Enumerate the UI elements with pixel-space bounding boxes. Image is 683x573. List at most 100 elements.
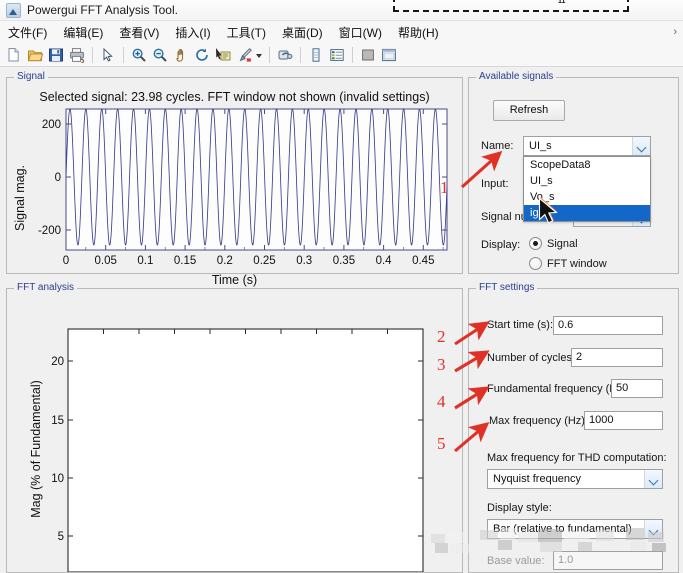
zoom-in-icon[interactable]: [129, 45, 149, 65]
signal-name-value: UI_s: [529, 140, 552, 152]
pointer-select-icon[interactable]: [98, 45, 118, 65]
thd-frequency-combobox[interactable]: Nyquist frequency: [487, 469, 663, 489]
refresh-button[interactable]: Refresh: [493, 100, 565, 121]
svg-text:Mag (% of Fundamental): Mag (% of Fundamental): [29, 380, 43, 518]
open-file-icon[interactable]: [25, 45, 45, 65]
dropdown-option-ig[interactable]: ig: [524, 205, 650, 221]
display-radio-fft-window-label: FFT window: [547, 257, 607, 270]
available-signals-label: Available signals: [476, 71, 557, 82]
svg-text:5: 5: [58, 531, 64, 543]
menu-help[interactable]: 帮助(H): [390, 22, 447, 43]
base-value-input[interactable]: 1.0: [553, 551, 663, 570]
menu-desktop[interactable]: 桌面(D): [274, 22, 331, 43]
svg-text:10: 10: [51, 473, 64, 485]
svg-text:15: 15: [51, 415, 64, 427]
menu-file[interactable]: 文件(F): [0, 22, 55, 43]
svg-text:0.2: 0.2: [217, 255, 233, 267]
display-radio-signal-label: Signal: [547, 237, 578, 250]
menu-bar: 文件(F) 编辑(E) 查看(V) 插入(I) 工具(T) 桌面(D) 窗口(W…: [0, 21, 683, 44]
number-of-cycles-input[interactable]: 2: [571, 348, 663, 367]
thd-frequency-value: Nyquist frequency: [493, 473, 582, 485]
brush-icon[interactable]: [234, 45, 254, 65]
fft-settings-group: FFT settings Start time (s): 0.6 Number …: [468, 282, 679, 573]
start-time-input[interactable]: 0.6: [553, 316, 663, 335]
toolbar-separator: [92, 46, 93, 63]
svg-text:0.05: 0.05: [95, 255, 117, 267]
input-label: Input:: [481, 178, 509, 190]
legend-icon[interactable]: [327, 45, 347, 65]
print-figure-icon[interactable]: [67, 45, 87, 65]
fft-analysis-group: FFT analysis Mag (% of Fundamental) 20 1…: [6, 282, 463, 573]
menu-edit[interactable]: 编辑(E): [55, 22, 111, 43]
max-frequency-input[interactable]: 1000: [584, 411, 663, 430]
svg-text:0.25: 0.25: [253, 255, 275, 267]
chevron-down-icon[interactable]: [644, 470, 662, 488]
svg-text:200: 200: [42, 119, 61, 131]
svg-text:0.35: 0.35: [333, 255, 355, 267]
number-of-cycles-label: Number of cycles:: [487, 352, 576, 364]
annotation-number-5: 5: [437, 434, 446, 453]
signal-name-combobox[interactable]: UI_s: [523, 136, 651, 156]
new-figure-icon[interactable]: [4, 45, 24, 65]
fft-settings-label: FFT settings: [476, 282, 538, 293]
toolbar: [0, 43, 683, 67]
dropdown-option-vo-s[interactable]: Vo_s: [524, 189, 650, 205]
data-cursor-icon[interactable]: [213, 45, 233, 65]
svg-text:-200: -200: [38, 225, 61, 237]
fft-plot[interactable]: Mag (% of Fundamental) 20 15 10 5: [7, 289, 462, 572]
svg-text:0.1: 0.1: [137, 255, 153, 267]
display-style-label: Display style:: [487, 502, 552, 514]
svg-text:0: 0: [55, 172, 61, 184]
save-figure-icon[interactable]: [46, 45, 66, 65]
link-plot-icon[interactable]: [275, 45, 295, 65]
menu-tools[interactable]: 工具(T): [219, 22, 274, 43]
dashed-rect-marker: 11: [558, 0, 566, 5]
dropdown-option-scopedata8[interactable]: ScopeData8: [524, 157, 650, 173]
colorbar-icon[interactable]: [306, 45, 326, 65]
display-radio-signal[interactable]: Signal: [529, 237, 578, 250]
svg-text:0.15: 0.15: [174, 255, 196, 267]
display-radio-fft-window[interactable]: FFT window: [529, 257, 607, 270]
base-value-label: Base value:: [487, 555, 545, 567]
show-plot-tools-icon[interactable]: [379, 45, 399, 65]
powergui-fft-analysis-window: Powergui FFT Analysis Tool. 11 文件(F) 编辑(…: [0, 0, 683, 573]
brush-dropdown-caret-icon[interactable]: [255, 45, 264, 65]
radio-dot-icon: [529, 237, 542, 250]
menu-insert[interactable]: 插入(I): [167, 22, 218, 43]
signal-plot[interactable]: Selected signal: 23.98 cycles. FFT windo…: [7, 78, 462, 287]
signal-group: Signal Selected signal: 23.98 cycles. FF…: [6, 71, 463, 287]
menu-window[interactable]: 窗口(W): [331, 22, 390, 43]
dropdown-option-ui-s[interactable]: UI_s: [524, 173, 650, 189]
toolbar-separator: [352, 46, 353, 63]
svg-text:20: 20: [51, 356, 64, 368]
display-style-combobox[interactable]: Bar (relative to fundamental): [487, 519, 663, 539]
zoom-out-icon[interactable]: [150, 45, 170, 65]
signal-name-dropdown-list[interactable]: ScopeData8 UI_s Vo_s ig: [523, 156, 651, 222]
annotation-number-4: 4: [437, 392, 446, 411]
chevron-down-icon[interactable]: [632, 137, 650, 155]
annotation-number-3: 3: [437, 355, 446, 374]
menu-overflow-marker[interactable]: ›: [673, 26, 683, 38]
thd-computation-label: Max frequency for THD computation:: [487, 452, 667, 464]
toolbar-separator: [269, 46, 270, 63]
chevron-down-icon[interactable]: [644, 520, 662, 538]
hide-plot-tools-icon[interactable]: [358, 45, 378, 65]
pan-hand-icon[interactable]: [171, 45, 191, 65]
toolbar-separator: [300, 46, 301, 63]
rotate-3d-icon[interactable]: [192, 45, 212, 65]
max-frequency-label: Max frequency (Hz):: [489, 415, 589, 427]
display-style-value: Bar (relative to fundamental): [493, 523, 632, 535]
dashed-selection-rectangle: [393, 0, 629, 12]
app-icon: [6, 2, 21, 18]
annotation-number-1: 1: [440, 178, 449, 197]
annotation-number-2: 2: [437, 327, 446, 346]
available-signals-group: Available signals Refresh Name: UI_s Inp…: [468, 71, 679, 274]
fundamental-frequency-label: Fundamental frequency (Hz):: [487, 383, 630, 395]
toolbar-separator: [123, 46, 124, 63]
display-label: Display:: [481, 239, 521, 251]
fundamental-frequency-input[interactable]: 50: [611, 379, 663, 398]
radio-dot-icon: [529, 257, 542, 270]
name-label: Name:: [481, 140, 514, 152]
menu-view[interactable]: 查看(V): [111, 22, 167, 43]
svg-text:0.45: 0.45: [412, 255, 434, 267]
